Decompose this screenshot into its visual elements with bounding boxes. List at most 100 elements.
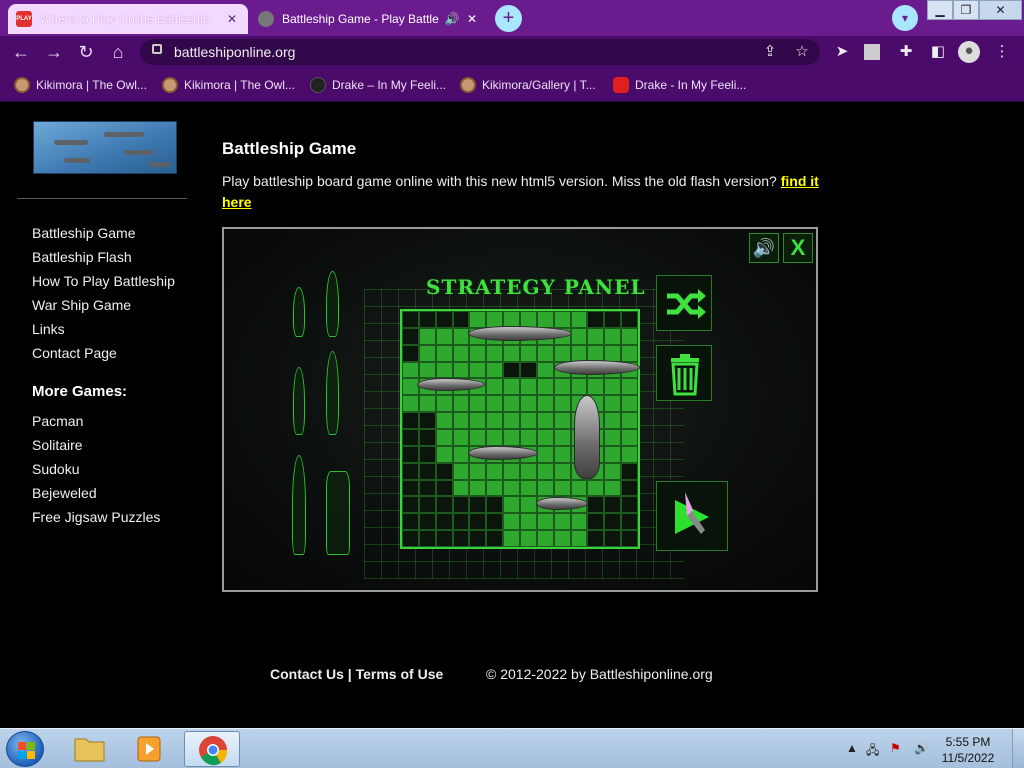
board-cell[interactable] [520,344,537,362]
contact-us-link[interactable]: Contact Us [270,666,344,682]
board-cell[interactable] [536,412,554,429]
board-cell[interactable] [553,530,571,547]
bookmark-item[interactable]: Kikimora/Gallery | T... [460,77,596,93]
board-cell[interactable] [520,479,537,497]
board-cell[interactable] [486,378,504,396]
board-cell[interactable] [520,378,537,396]
board-cell[interactable] [553,311,571,328]
board-cell[interactable] [536,479,554,497]
board-cell[interactable] [486,395,504,413]
board-cell[interactable] [452,327,470,345]
board-cell[interactable] [536,311,554,328]
board-cell[interactable] [486,479,504,497]
board-cell[interactable] [469,530,487,547]
board-cell[interactable] [536,513,554,531]
board-cell[interactable] [553,429,571,446]
sidebar-link-bejeweled[interactable]: Bejeweled [32,485,97,501]
board-cell[interactable] [520,429,537,446]
board-cell[interactable] [452,311,470,328]
sidebar-link-jigsaw[interactable]: Free Jigsaw Puzzles [32,509,160,525]
board-cell[interactable] [418,496,436,514]
board-cell[interactable] [621,344,638,362]
board-cell[interactable] [486,462,504,480]
board-cell[interactable] [486,344,504,362]
sidebar-link-battleship-flash[interactable]: Battleship Flash [32,249,132,265]
board-cell[interactable] [503,412,520,429]
close-icon[interactable]: ✕ [464,12,480,26]
board-cell[interactable] [435,429,453,446]
board-cell[interactable] [452,395,470,413]
extension-avatar-icon[interactable] [864,44,880,60]
board-cell[interactable] [587,311,605,328]
board-cell[interactable] [553,462,571,480]
board-cell[interactable] [536,445,554,463]
board-cell[interactable] [435,311,453,328]
sidebar-link-battleship-game[interactable]: Battleship Game [32,225,136,241]
board-cell[interactable] [402,412,419,429]
board-cell[interactable] [621,479,638,497]
network-icon[interactable]: 🖧 [866,741,879,762]
close-icon[interactable]: ✕ [224,12,240,26]
maximize-button[interactable]: ❐ [953,0,979,20]
close-game-button[interactable]: X [783,233,813,263]
board-cell[interactable] [469,462,487,480]
board-cell[interactable] [520,412,537,429]
board-cell[interactable] [604,513,622,531]
board-cell[interactable] [469,361,487,379]
board-cell[interactable] [452,496,470,514]
profile-avatar-icon[interactable]: ● [958,41,980,63]
site-logo-image[interactable] [33,121,177,174]
board-cell[interactable] [621,429,638,446]
board-cell[interactable] [570,344,588,362]
tab-where-to-play[interactable]: PLAY Where to Play Online Battleship ✕ [8,4,248,34]
volume-icon[interactable]: 🔊 [914,741,929,755]
start-button[interactable] [6,731,44,767]
shuffle-button[interactable] [656,275,712,331]
board-cell[interactable] [604,462,622,480]
board-cell[interactable] [435,412,453,429]
board-cell[interactable] [452,513,470,531]
board-cell[interactable] [418,429,436,446]
board-cell[interactable] [486,496,504,514]
board-cell[interactable] [469,496,487,514]
board-cell[interactable] [503,429,520,446]
board-cell[interactable] [503,361,520,379]
board-cell[interactable] [402,311,419,328]
address-bar[interactable]: battleshiponline.org [140,39,820,65]
board-cell[interactable] [452,412,470,429]
board-cell[interactable] [570,513,588,531]
board-cell[interactable] [553,395,571,413]
board-cell[interactable] [469,344,487,362]
board-cell[interactable] [570,530,588,547]
strategy-board[interactable] [400,309,640,549]
board-cell[interactable] [570,378,588,396]
home-icon[interactable]: ⌂ [107,42,129,64]
board-cell[interactable] [604,311,622,328]
lock-icon[interactable] [152,44,162,54]
board-cell[interactable] [520,395,537,413]
back-arrow-icon[interactable]: ← [10,42,32,64]
board-cell[interactable] [435,530,453,547]
tab-battleship-game[interactable]: Battleship Game - Play Battle 🔊 ✕ [250,4,488,34]
board-cell[interactable] [469,429,487,446]
board-cell[interactable] [469,311,487,328]
board-cell[interactable] [435,445,453,463]
board-cell[interactable] [418,412,436,429]
board-cell[interactable] [469,412,487,429]
board-cell[interactable] [587,479,605,497]
board-cell[interactable] [486,530,504,547]
board-cell[interactable] [520,462,537,480]
board-cell[interactable] [553,344,571,362]
forward-arrow-icon[interactable]: → [43,42,65,64]
new-tab-button[interactable]: + [495,5,522,32]
bookmark-item[interactable]: Drake - In My Feeli... [613,77,746,93]
board-cell[interactable] [604,378,622,396]
speaker-icon[interactable]: 🔊 [749,233,779,263]
board-cell[interactable] [621,311,638,328]
cursor-extension-icon[interactable]: ➤ [832,42,852,62]
sidebar-link-sudoku[interactable]: Sudoku [32,461,79,477]
sidebar-link-solitaire[interactable]: Solitaire [32,437,83,453]
board-cell[interactable] [604,479,622,497]
board-cell[interactable] [604,395,622,413]
board-cell[interactable] [536,395,554,413]
